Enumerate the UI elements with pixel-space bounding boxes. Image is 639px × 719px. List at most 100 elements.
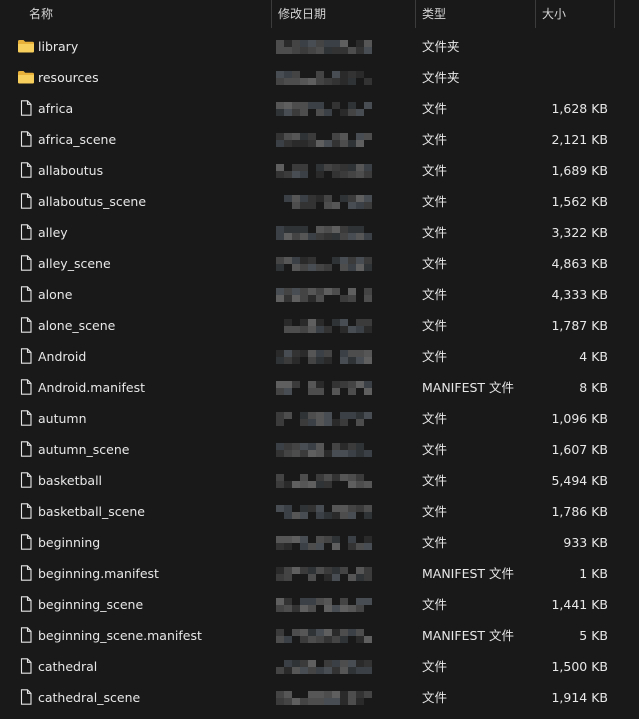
file-list: library 文件夹 resources 文件夹 africa 文件 1,628 KB af… [0, 31, 639, 713]
file-icon [17, 658, 35, 674]
file-row[interactable]: resources 文件夹 [0, 62, 639, 93]
file-name: beginning_scene [38, 597, 144, 612]
file-row[interactable]: alone_scene 文件 1,787 KB [0, 310, 639, 341]
column-header-bar: 名称 ˄ 修改日期 类型 大小 [0, 0, 639, 28]
file-size: 2,121 KB [551, 132, 608, 147]
column-header-size[interactable]: 大小 [536, 0, 614, 28]
file-name: alone_scene [38, 318, 116, 333]
file-row[interactable]: library 文件夹 [0, 31, 639, 62]
file-row[interactable]: autumn 文件 1,096 KB [0, 403, 639, 434]
file-name: alley_scene [38, 256, 111, 271]
file-icon [17, 689, 35, 705]
file-row[interactable]: autumn_scene 文件 1,607 KB [0, 434, 639, 465]
file-name: library [38, 39, 79, 54]
modified-date-redacted [276, 133, 372, 147]
file-name: africa [38, 101, 74, 116]
file-type: 文件 [422, 690, 448, 705]
file-type: 文件 [422, 473, 448, 488]
file-name: Android [38, 349, 87, 364]
file-row[interactable]: alone 文件 4,333 KB [0, 279, 639, 310]
file-icon [17, 503, 35, 519]
modified-date-redacted [276, 226, 372, 240]
modified-date-redacted [276, 102, 372, 116]
file-size: 1 KB [579, 566, 608, 581]
modified-date-redacted [276, 288, 372, 302]
file-type: 文件 [422, 535, 448, 550]
file-row[interactable]: africa 文件 1,628 KB [0, 93, 639, 124]
file-type: 文件 [422, 194, 448, 209]
file-type: 文件夹 [422, 39, 460, 54]
file-size: 1,096 KB [551, 411, 608, 426]
file-type: 文件 [422, 318, 448, 333]
file-icon [17, 379, 35, 395]
file-row[interactable]: alley_scene 文件 4,863 KB [0, 248, 639, 279]
file-icon [17, 441, 35, 457]
column-header-modified[interactable]: 修改日期 [272, 0, 415, 28]
file-name: africa_scene [38, 132, 117, 147]
file-row[interactable]: africa_scene 文件 2,121 KB [0, 124, 639, 155]
modified-date-redacted [276, 474, 372, 488]
file-row[interactable]: allaboutus 文件 1,689 KB [0, 155, 639, 186]
file-icon [17, 317, 35, 333]
file-row[interactable]: basketball 文件 5,494 KB [0, 465, 639, 496]
file-size: 4 KB [579, 349, 608, 364]
modified-date-redacted [276, 412, 372, 426]
folder-icon [17, 69, 35, 85]
file-size: 933 KB [563, 535, 608, 550]
file-name: allaboutus_scene [38, 194, 147, 209]
file-row[interactable]: cathedral_scene 文件 1,914 KB [0, 682, 639, 713]
file-type: 文件 [422, 256, 448, 271]
modified-date-redacted [276, 40, 372, 54]
file-row[interactable]: alley 文件 3,322 KB [0, 217, 639, 248]
file-name: beginning.manifest [38, 566, 159, 581]
file-name: autumn_scene [38, 442, 130, 457]
file-size: 5 KB [579, 628, 608, 643]
file-icon [17, 162, 35, 178]
file-name: allaboutus [38, 163, 104, 178]
modified-date-redacted [276, 567, 372, 581]
file-row[interactable]: beginning.manifest MANIFEST 文件 1 KB [0, 558, 639, 589]
file-type: 文件 [422, 504, 448, 519]
file-icon [17, 255, 35, 271]
column-divider[interactable] [614, 0, 615, 28]
file-icon [17, 348, 35, 364]
modified-date-redacted [276, 443, 372, 457]
file-row[interactable]: beginning_scene.manifest MANIFEST 文件 5 KB [0, 620, 639, 651]
file-name: beginning [38, 535, 101, 550]
file-icon [17, 596, 35, 612]
file-icon [17, 565, 35, 581]
file-row[interactable]: allaboutus_scene 文件 1,562 KB [0, 186, 639, 217]
file-size: 1,914 KB [551, 690, 608, 705]
file-size: 1,441 KB [551, 597, 608, 612]
file-type: 文件 [422, 225, 448, 240]
file-icon [17, 410, 35, 426]
file-name: alone [38, 287, 73, 302]
file-type: MANIFEST 文件 [422, 628, 515, 643]
file-name: basketball [38, 473, 103, 488]
file-type: 文件 [422, 132, 448, 147]
file-size: 1,628 KB [551, 101, 608, 116]
column-header-type[interactable]: 类型 [416, 0, 535, 28]
file-row[interactable]: beginning 文件 933 KB [0, 527, 639, 558]
file-row[interactable]: beginning_scene 文件 1,441 KB [0, 589, 639, 620]
modified-date-redacted [276, 71, 372, 85]
file-icon [17, 472, 35, 488]
modified-date-redacted [276, 164, 372, 178]
file-size: 4,863 KB [551, 256, 608, 271]
file-size: 1,500 KB [551, 659, 608, 674]
file-row[interactable]: Android.manifest MANIFEST 文件 8 KB [0, 372, 639, 403]
modified-date-redacted [276, 536, 372, 550]
modified-date-redacted [276, 505, 372, 519]
file-type: MANIFEST 文件 [422, 566, 515, 581]
file-row[interactable]: basketball_scene 文件 1,786 KB [0, 496, 639, 527]
file-row[interactable]: Android 文件 4 KB [0, 341, 639, 372]
file-name: basketball_scene [38, 504, 145, 519]
file-row[interactable]: cathedral 文件 1,500 KB [0, 651, 639, 682]
file-size: 3,322 KB [551, 225, 608, 240]
file-icon [17, 131, 35, 147]
file-name: Android.manifest [38, 380, 146, 395]
file-name: cathedral [38, 659, 98, 674]
modified-date-redacted [276, 598, 372, 612]
modified-date-redacted [276, 660, 372, 674]
file-size: 8 KB [579, 380, 608, 395]
